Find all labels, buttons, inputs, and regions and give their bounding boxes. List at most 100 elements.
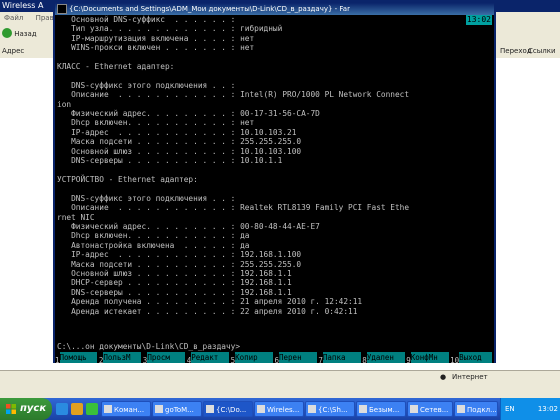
fkey-label: Перен: [279, 352, 317, 363]
task-app-icon: [257, 405, 265, 413]
fkey-number: 10: [450, 356, 460, 363]
fkey-label: КонфМн: [410, 352, 449, 363]
terminal-line: DNS-суффикс этого подключения . . :: [57, 193, 236, 203]
task-button-1[interactable]: Коман...: [101, 401, 151, 417]
background-status-bar: ● Интернет: [0, 370, 560, 383]
terminal-line: Автонастройка включена . . . . . : да: [57, 240, 250, 250]
task-button-2[interactable]: goToM...: [152, 401, 202, 417]
task-app-icon: [155, 405, 163, 413]
fkey-7[interactable]: 7Папка: [318, 352, 361, 363]
fkey-2[interactable]: 2ПользМ: [98, 352, 142, 363]
far-console-window[interactable]: {C:\Documents and Settings\ADM_Мои докум…: [53, 1, 496, 363]
back-arrow-icon: [2, 28, 12, 38]
task-button-6[interactable]: Безым...: [356, 401, 406, 417]
windows-flag-icon: [6, 404, 16, 414]
back-button-label: Назад: [14, 30, 37, 38]
back-button[interactable]: Назад: [2, 28, 37, 40]
task-app-icon: [410, 405, 418, 413]
terminal-line: УСТРОЙСТВО - Ethernet адаптер:: [57, 174, 198, 184]
function-key-bar: 1Помощь 2ПользМ 3Просм 4Редакт 5Копир 6Перен 7…: [55, 352, 494, 363]
task-label: Подкл...: [467, 406, 497, 414]
quicklaunch-folder-icon[interactable]: [71, 403, 83, 415]
terminal-line: Основной шлюз . . . . . . . . . . : 192.…: [57, 268, 292, 278]
console-title: {C:\Documents and Settings\ADM_Мои докум…: [69, 5, 350, 13]
fkey-5[interactable]: 5Копир: [230, 352, 273, 363]
terminal-line: Маска подсети . . . . . . . . . . : 255.…: [57, 259, 302, 269]
fkey-label: Редакт: [191, 352, 230, 363]
start-label: пуск: [20, 403, 47, 414]
task-label: Коман...: [114, 406, 145, 414]
terminal-line: Физический адрес. . . . . . . . . : 00-1…: [57, 109, 320, 119]
terminal-line: DNS-серверы . . . . . . . . . . . : 192.…: [57, 287, 292, 297]
fkey-9[interactable]: 9КонфМн: [406, 352, 449, 363]
terminal-line: КЛАСС - Ethernet адаптер:: [57, 62, 175, 72]
task-button-3[interactable]: {C:\Do...: [203, 401, 253, 417]
task-label: {C:\Sh...: [318, 406, 348, 414]
terminal-line: rnet NIC: [57, 212, 95, 222]
task-button-8[interactable]: Подкл...: [454, 401, 498, 417]
terminal-line: Описание . . . . . . . . . . . . : Intel…: [57, 90, 410, 100]
fkey-label: Папка: [322, 352, 361, 363]
task-label: Wireles...: [267, 406, 300, 414]
fkey-8[interactable]: 8Удален: [362, 352, 405, 363]
task-app-icon: [104, 405, 112, 413]
task-label: {C:\Do...: [216, 406, 247, 414]
fkey-4[interactable]: 4Редакт: [186, 352, 230, 363]
menu-file[interactable]: Файл: [4, 14, 23, 22]
quicklaunch-ie-icon[interactable]: [56, 403, 68, 415]
terminal-line: IP-адрес . . . . . . . . . . . . : 10.10…: [57, 127, 297, 137]
command-line-prompt[interactable]: C:\...он документы\D-Link\CD_в_раздачу>: [57, 342, 240, 351]
console-app-icon: [57, 4, 67, 14]
task-app-icon: [308, 405, 316, 413]
terminal-line: WINS-прокси включен . . . . . . . : нет: [57, 43, 255, 53]
task-label: Безым...: [369, 406, 400, 414]
terminal-line: DNS-серверы . . . . . . . . . . . : 10.1…: [57, 156, 283, 166]
terminal-line: IP-адрес . . . . . . . . . . . . : 192.1…: [57, 250, 302, 260]
terminal-line: Маска подсети . . . . . . . . . . : 255.…: [57, 137, 302, 147]
task-label: Сетев...: [420, 406, 449, 414]
far-clock: 13:02: [465, 15, 492, 25]
terminal-line: ion: [57, 99, 72, 109]
language-indicator[interactable]: EN: [505, 398, 515, 420]
terminal-line: Основной DNS-суффикс . . . . . . :: [57, 15, 236, 24]
internet-zone-icon: ●: [440, 373, 447, 381]
tray-clock: 13:02: [537, 405, 558, 413]
task-app-icon: [206, 405, 214, 413]
fkey-3[interactable]: 3Просм: [142, 352, 186, 363]
address-label: Адрес: [2, 47, 25, 55]
background-window-title: Wireless A: [2, 1, 44, 10]
fkey-label: Удален: [366, 352, 405, 363]
console-titlebar[interactable]: {C:\Documents and Settings\ADM_Мои докум…: [55, 3, 494, 15]
task-button-4[interactable]: Wireles...: [254, 401, 304, 417]
go-button[interactable]: Переход: [500, 44, 532, 58]
fkey-1[interactable]: 1Помощь: [55, 352, 98, 363]
status-zone-text: Интернет: [452, 373, 488, 381]
terminal-output: Основной DNS-суффикс . . . . . . : Тип у…: [57, 15, 494, 351]
start-button[interactable]: пуск: [0, 398, 52, 420]
fkey-label: Помощь: [59, 352, 98, 363]
task-button-5[interactable]: {C:\Sh...: [305, 401, 355, 417]
terminal-line: Основной шлюз . . . . . . . . . . : 10.1…: [57, 146, 302, 156]
task-app-icon: [457, 405, 465, 413]
console-body[interactable]: Основной DNS-суффикс . . . . . . : Тип у…: [55, 15, 494, 363]
fkey-10[interactable]: 10Выход: [450, 352, 493, 363]
terminal-line: Dhcp включен. . . . . . . . . . . : да: [57, 231, 250, 241]
fkey-label: ПользМ: [103, 352, 142, 363]
task-label: goToM...: [165, 406, 194, 414]
quicklaunch-desktop-icon[interactable]: [86, 403, 98, 415]
terminal-line: Dhcp включен. . . . . . . . . . . : нет: [57, 118, 255, 128]
terminal-line: Физический адрес. . . . . . . . . : 00-8…: [57, 221, 320, 231]
fkey-label: Копир: [235, 352, 273, 363]
fkey-6[interactable]: 6Перен: [274, 352, 317, 363]
terminal-line: Аренда истекает . . . . . . . . . : 22 а…: [57, 306, 358, 316]
terminal-line: IP-маршрутизация включена . . . . : нет: [57, 33, 255, 43]
terminal-line: DNS-суффикс этого подключения . . :: [57, 80, 236, 90]
fkey-label: Просм: [147, 352, 186, 363]
terminal-line: Аренда получена . . . . . . . . . : 21 а…: [57, 297, 363, 307]
system-tray: EN 13:02: [500, 398, 560, 420]
links-label[interactable]: Ссылки: [528, 44, 556, 58]
task-button-7[interactable]: Сетев...: [407, 401, 453, 417]
